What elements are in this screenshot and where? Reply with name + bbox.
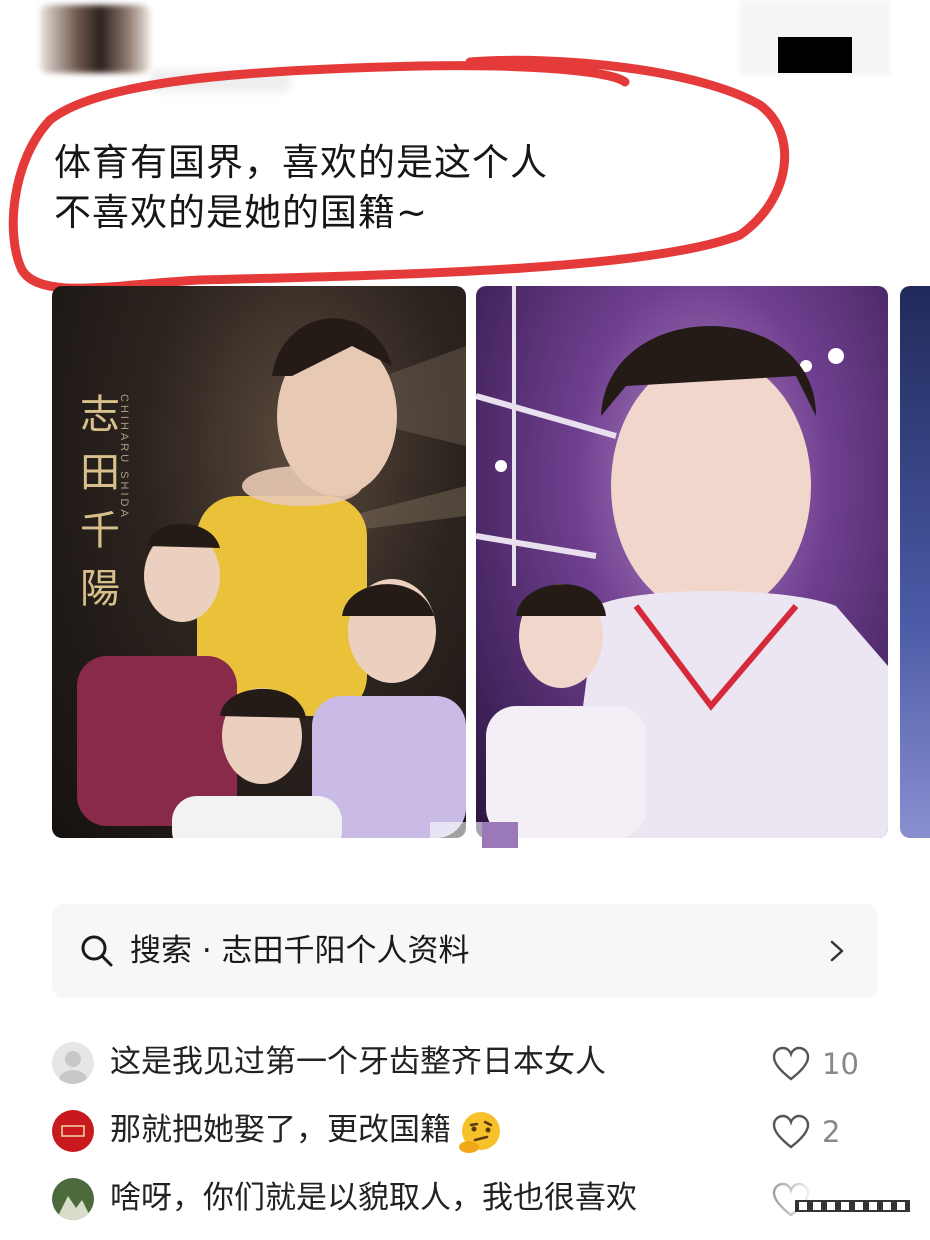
title-char: 千 [80,508,120,554]
commenter-avatar[interactable] [52,1110,94,1152]
comment-item: 这是我见过第一个牙齿整齐日本女人 10 [0,1032,930,1092]
search-suggestion-label[interactable]: 搜索 · 志田千阳个人资料 [130,928,470,974]
title-char: 陽 [80,566,120,612]
post-image-1[interactable]: 志 田 千 陽 CHIHARU SHIDA [52,286,466,838]
title-char: 田 [80,450,120,496]
watermark-mark [795,1200,910,1212]
comment-text: 啥呀，你们就是以貌取人，我也很喜欢 [110,1180,637,1216]
post-meta [150,70,290,92]
chevron-right-icon[interactable] [826,936,848,966]
commenter-avatar[interactable] [52,1042,94,1084]
comment-text: 这是我见过第一个牙齿整齐日本女人 [110,1044,606,1080]
like-count: 10 [822,1047,859,1081]
post-image-3[interactable] [900,286,930,838]
comment-item: 那就把她娶了，更改国籍 2 [0,1100,930,1160]
redaction-box [778,37,852,73]
post-text: 体育有国界，喜欢的是这个人 不喜欢的是她的国籍~ [54,138,548,238]
comment-text: 那就把她娶了，更改国籍 [110,1106,505,1155]
post-header [0,0,930,100]
comment-text-body: 那就把她娶了，更改国籍 [110,1112,451,1148]
poster-title: 志 田 千 陽 [78,386,122,618]
search-icon [81,935,113,967]
poster-subtitle: CHIHARU SHIDA [118,394,130,520]
title-char: 志 [80,392,120,438]
post-line-2: 不喜欢的是她的国籍~ [54,191,429,234]
indicator-segment [430,822,490,848]
author-avatar[interactable] [40,5,150,73]
thinking-face-emoji [459,1111,500,1153]
post-image-2[interactable] [476,286,888,838]
heart-icon[interactable] [772,1114,810,1150]
image-scroll-indicator [420,822,600,848]
heart-icon[interactable] [772,1046,810,1082]
commenter-avatar[interactable] [52,1178,94,1220]
post-line-1: 体育有国界，喜欢的是这个人 [54,141,548,184]
like-count: 2 [822,1115,841,1149]
poster-illustration-2 [476,286,888,838]
indicator-segment-active [482,822,518,848]
